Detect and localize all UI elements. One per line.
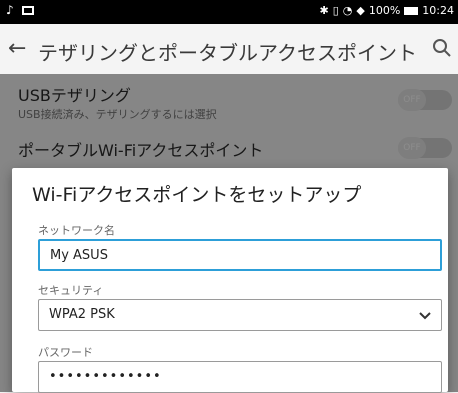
status-bar: ♪ ✱ ▯ ◔ ◆ 100% 10:24 bbox=[0, 0, 458, 24]
search-icon[interactable] bbox=[432, 38, 452, 58]
hotspot-icon: ◆ bbox=[356, 4, 365, 17]
screen-icon bbox=[21, 5, 34, 15]
dialog-title: Wi-Fiアクセスポイントをセットアップ bbox=[32, 184, 362, 206]
app-bar: ← テザリングとポータブルアクセスポイント bbox=[0, 24, 458, 74]
security-select[interactable]: WPA2 PSK bbox=[38, 299, 442, 331]
battery-percent: 100% bbox=[368, 4, 401, 17]
battery-icon bbox=[404, 6, 419, 15]
wifi-icon: ◔ bbox=[342, 4, 353, 17]
network-name-value: My ASUS bbox=[50, 248, 108, 263]
password-value: ••••••••••••• bbox=[49, 369, 162, 384]
vibrate-icon: ▯ bbox=[332, 4, 339, 17]
page-title: テザリングとポータブルアクセスポイント bbox=[38, 41, 417, 65]
clock: 10:24 bbox=[422, 4, 454, 17]
back-arrow-icon[interactable]: ← bbox=[8, 36, 26, 61]
music-note-icon: ♪ bbox=[6, 3, 14, 17]
chevron-down-icon bbox=[419, 312, 431, 320]
security-value: WPA2 PSK bbox=[49, 307, 115, 322]
password-field[interactable]: ••••••••••••• bbox=[38, 361, 442, 393]
network-name-field[interactable]: My ASUS bbox=[38, 239, 442, 271]
network-name-label: ネットワーク名 bbox=[38, 224, 115, 237]
wifi-hotspot-setup-dialog: Wi-Fiアクセスポイントをセットアップ ネットワーク名 My ASUS セキュ… bbox=[12, 168, 448, 393]
bluetooth-icon: ✱ bbox=[319, 4, 329, 17]
security-label: セキュリティ bbox=[38, 284, 104, 297]
password-label: パスワード bbox=[38, 346, 93, 359]
